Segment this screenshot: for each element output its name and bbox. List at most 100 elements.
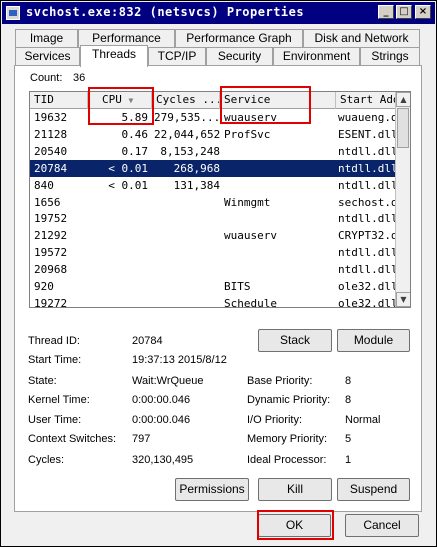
permissions-button[interactable]: Permissions	[175, 478, 249, 501]
table-row[interactable]: 19272 Schedule ole32.dll!	[30, 295, 396, 308]
cell-cpu: 0.46	[121, 127, 149, 141]
cell-cpu: 0.17	[121, 144, 149, 158]
cell-tid: 19632	[34, 111, 68, 124]
cell-start: ntdll.dll!	[338, 246, 396, 260]
suspend-button[interactable]: Suspend	[337, 478, 410, 501]
app-icon	[6, 6, 20, 20]
cell-cycles: 131,384	[173, 178, 220, 192]
tab-security[interactable]: Security	[206, 47, 273, 66]
cell-tid: 20968	[34, 263, 68, 277]
table-row[interactable]: 840 < 0.01 131,384 ntdll.dll!	[30, 177, 396, 194]
cycles-value: 320,130,495	[132, 454, 194, 466]
list-header: TID CPU ▼ Cycles ... Service Start Add	[30, 92, 396, 109]
cell-tid: 840	[34, 178, 54, 192]
cell-start: ntdll.dll!	[338, 263, 396, 277]
table-row[interactable]: 19572 ntdll.dll!	[30, 244, 396, 261]
maximize-icon[interactable]: □	[396, 5, 412, 19]
cell-service: wuauserv	[224, 111, 277, 124]
cycles-label: Cycles:	[28, 454, 65, 466]
title-bar: svchost.exe:832 (netsvcs) Properties _ □…	[2, 2, 435, 24]
column-cpu-label: CPU	[102, 93, 122, 106]
count-label: Count:	[30, 72, 63, 84]
tab-image[interactable]: Image	[15, 29, 78, 48]
cell-start: ntdll.dll!	[338, 178, 396, 192]
start-time-value: 19:37:13 2015/8/12	[132, 354, 227, 366]
cell-service: BITS	[224, 280, 251, 293]
user-time-label: User Time:	[28, 414, 82, 426]
column-cycles-label: Cycles ...	[156, 93, 220, 106]
table-row[interactable]: 21128 0.46 22,044,652 ProfSvc ESENT.dll!	[30, 126, 396, 143]
vertical-scrollbar[interactable]: ▲ ▼	[395, 92, 410, 307]
cell-tid: 19572	[34, 246, 68, 260]
tab-environment[interactable]: Environment	[273, 47, 360, 66]
cell-cycles: 8,153,248	[160, 144, 220, 158]
minimize-icon[interactable]: _	[378, 5, 394, 19]
cell-cycles: 279,535...	[154, 111, 220, 124]
cell-service: Schedule	[224, 296, 277, 308]
stack-button[interactable]: Stack	[258, 329, 332, 352]
column-start-address[interactable]: Start Add	[336, 92, 396, 109]
column-tid-label: TID	[34, 93, 54, 106]
context-switches-value: 797	[132, 433, 151, 445]
dynamic-priority-value: 8	[345, 394, 352, 406]
base-priority-label: Base Priority:	[247, 375, 313, 387]
column-start-label: Start Add	[340, 93, 396, 106]
properties-window: svchost.exe:832 (netsvcs) Properties _ □…	[0, 0, 437, 547]
ok-button[interactable]: OK	[258, 514, 331, 537]
cell-tid: 21292	[34, 229, 68, 243]
cell-tid: 19272	[34, 296, 68, 308]
cancel-button[interactable]: Cancel	[345, 514, 419, 537]
table-row[interactable]: 20784 < 0.01 268,968 ntdll.dll!	[30, 159, 396, 177]
cell-cpu: 5.89	[121, 111, 149, 124]
column-cycles[interactable]: Cycles ...	[152, 92, 220, 109]
io-priority-label: I/O Priority:	[247, 414, 303, 426]
tab-strings[interactable]: Strings	[360, 47, 420, 66]
table-row[interactable]: 19752 ntdll.dll!	[30, 210, 396, 227]
user-time-value: 0:00:00.046	[132, 414, 191, 426]
table-row[interactable]: 20540 0.17 8,153,248 ntdll.dll!	[30, 143, 396, 160]
dynamic-priority-label: Dynamic Priority:	[247, 394, 331, 406]
ideal-processor-value: 1	[345, 454, 352, 466]
threads-panel: Count: 36 TID CPU ▼ Cycles ... Service S…	[14, 65, 422, 512]
tab-tcpip[interactable]: TCP/IP	[148, 47, 206, 66]
column-service[interactable]: Service	[220, 92, 336, 109]
threads-list[interactable]: TID CPU ▼ Cycles ... Service Start Add 1…	[29, 91, 411, 308]
start-time-label: Start Time:	[28, 354, 82, 366]
table-row[interactable]: 21292 wuauserv CRYPT32.dl	[30, 227, 396, 244]
thread-id-label: Thread ID:	[28, 335, 80, 347]
state-value: Wait:WrQueue	[132, 375, 204, 387]
tab-threads[interactable]: Threads	[80, 45, 148, 67]
window-title: svchost.exe:832 (netsvcs) Properties	[26, 5, 305, 19]
close-icon[interactable]: ×	[415, 5, 431, 19]
table-row[interactable]: 19632 5.89 279,535... wuauserv wuaueng.dl	[30, 109, 396, 126]
cell-tid: 920	[34, 280, 54, 293]
cell-tid: 21128	[34, 127, 68, 141]
tab-services[interactable]: Services	[15, 47, 80, 66]
context-switches-label: Context Switches:	[28, 433, 117, 445]
column-service-label: Service	[224, 93, 271, 106]
count-value: 36	[73, 72, 86, 84]
cell-service: ProfSvc	[224, 127, 271, 141]
tab-disk-and-network[interactable]: Disk and Network	[303, 29, 420, 48]
scroll-up-icon[interactable]: ▲	[396, 92, 410, 107]
table-row[interactable]: 20968 ntdll.dll!	[30, 261, 396, 278]
kernel-time-label: Kernel Time:	[28, 394, 90, 406]
module-button[interactable]: Module	[337, 329, 410, 352]
cell-tid: 19752	[34, 212, 68, 226]
column-tid[interactable]: TID	[30, 92, 88, 109]
cell-start: ole32.dll!	[338, 296, 396, 308]
scroll-down-icon[interactable]: ▼	[396, 292, 410, 307]
scroll-thumb[interactable]	[397, 108, 409, 148]
table-row[interactable]: 1656 Winmgmt sechost.dl	[30, 194, 396, 211]
cell-start: wuaueng.dl	[338, 111, 396, 124]
cell-tid: 1656	[34, 195, 61, 209]
cell-start: ntdll.dll!	[338, 144, 396, 158]
kill-button[interactable]: Kill	[258, 478, 332, 501]
column-cpu[interactable]: CPU ▼	[88, 92, 152, 109]
tab-performance-graph[interactable]: Performance Graph	[175, 29, 303, 48]
cell-service: Winmgmt	[224, 195, 271, 209]
table-row[interactable]: 920 BITS ole32.dll!	[30, 278, 396, 295]
cell-cpu: < 0.01	[108, 178, 148, 192]
cell-cycles: 22,044,652	[154, 127, 220, 141]
cell-start: ESENT.dll!	[338, 127, 396, 141]
